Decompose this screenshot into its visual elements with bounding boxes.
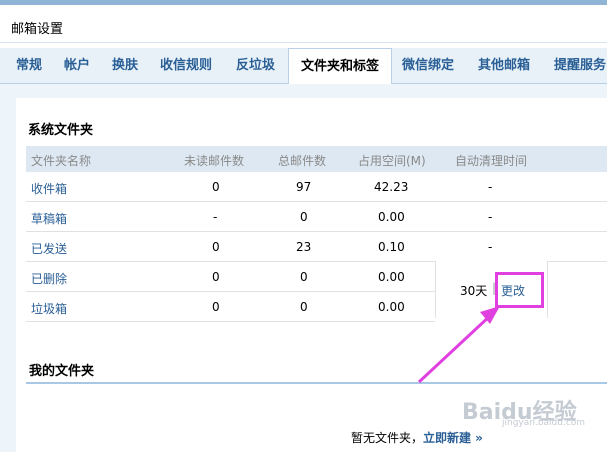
column-header-total: 总邮件数: [278, 154, 327, 168]
my-folders-title: 我的文件夹: [29, 364, 95, 379]
unread-count: 0: [212, 270, 220, 284]
system-folders-title: 系统文件夹: [28, 123, 94, 138]
cleanup-value: -: [488, 210, 493, 224]
watermark-sub: jingyan.baidu.com: [502, 418, 586, 428]
cleanup-days: 30天: [460, 284, 488, 298]
table-row: 已删除 0 0 0.00: [26, 262, 435, 292]
total-count: 0: [300, 210, 308, 224]
folder-name-trash[interactable]: 垃圾箱: [31, 300, 67, 317]
unread-count: 0: [212, 180, 220, 194]
settings-tabs: 常规 帐户 换肤 收信规则 反垃圾 文件夹和标签 微信绑定 其他邮箱 提醒服务: [0, 48, 607, 85]
baidu-watermark: Baidu经验 jingyan.baidu.com: [462, 390, 602, 430]
table-header: 文件夹名称 未读邮件数 总邮件数 占用空间(M) 自动清理时间: [26, 146, 607, 172]
column-header-size: 占用空间(M): [358, 154, 426, 168]
size-value: 0.10: [378, 240, 405, 254]
tab-reminder-service[interactable]: 提醒服务: [554, 48, 606, 84]
section-divider: [26, 382, 607, 384]
tab-folders-and-labels[interactable]: 文件夹和标签: [288, 48, 392, 85]
tab-wechat-binding[interactable]: 微信绑定: [402, 48, 454, 84]
table-row: 收件箱 0 97 42.23 -: [26, 172, 607, 202]
table-row: 垃圾箱 0 0 0.00: [26, 292, 435, 322]
empty-folders-text: 暂无文件夹，: [351, 431, 424, 445]
total-count: 23: [296, 240, 312, 254]
folder-name-drafts[interactable]: 草稿箱: [31, 210, 67, 227]
column-header-unread: 未读邮件数: [184, 154, 245, 168]
tab-receive-rules[interactable]: 收信规则: [160, 48, 212, 84]
table-row: 已发送 0 23 0.10 -: [26, 232, 607, 262]
unread-count: 0: [212, 240, 220, 254]
column-header-cleanup: 自动清理时间: [455, 154, 528, 168]
highlight-annotation-box: [495, 272, 544, 308]
create-folder-link[interactable]: 立即新建 »: [423, 429, 483, 446]
page-header: 邮箱设置: [0, 5, 607, 43]
size-value: 0.00: [378, 270, 405, 284]
tab-general[interactable]: 常规: [16, 48, 42, 84]
tab-anti-spam[interactable]: 反垃圾: [236, 48, 275, 84]
total-count: 0: [300, 270, 308, 284]
size-value: 0.00: [378, 300, 405, 314]
folder-name-sent[interactable]: 已发送: [31, 240, 67, 257]
total-count: 0: [300, 300, 308, 314]
folder-name-inbox[interactable]: 收件箱: [31, 180, 67, 197]
cleanup-value: -: [488, 180, 493, 194]
folder-name-deleted[interactable]: 已删除: [31, 270, 67, 287]
size-value: 0.00: [378, 210, 405, 224]
page-title: 邮箱设置: [11, 22, 64, 37]
tab-other-mailboxes[interactable]: 其他邮箱: [478, 48, 530, 84]
unread-count: -: [213, 210, 218, 224]
size-value: 42.23: [374, 180, 409, 194]
table-row: 草稿箱 - 0 0.00 -: [26, 202, 607, 232]
column-header-name: 文件夹名称: [31, 154, 92, 168]
tab-skin[interactable]: 换肤: [112, 48, 138, 84]
cleanup-value: -: [488, 240, 493, 254]
tab-account[interactable]: 帐户: [64, 48, 90, 84]
unread-count: 0: [212, 300, 220, 314]
total-count: 97: [296, 180, 312, 194]
